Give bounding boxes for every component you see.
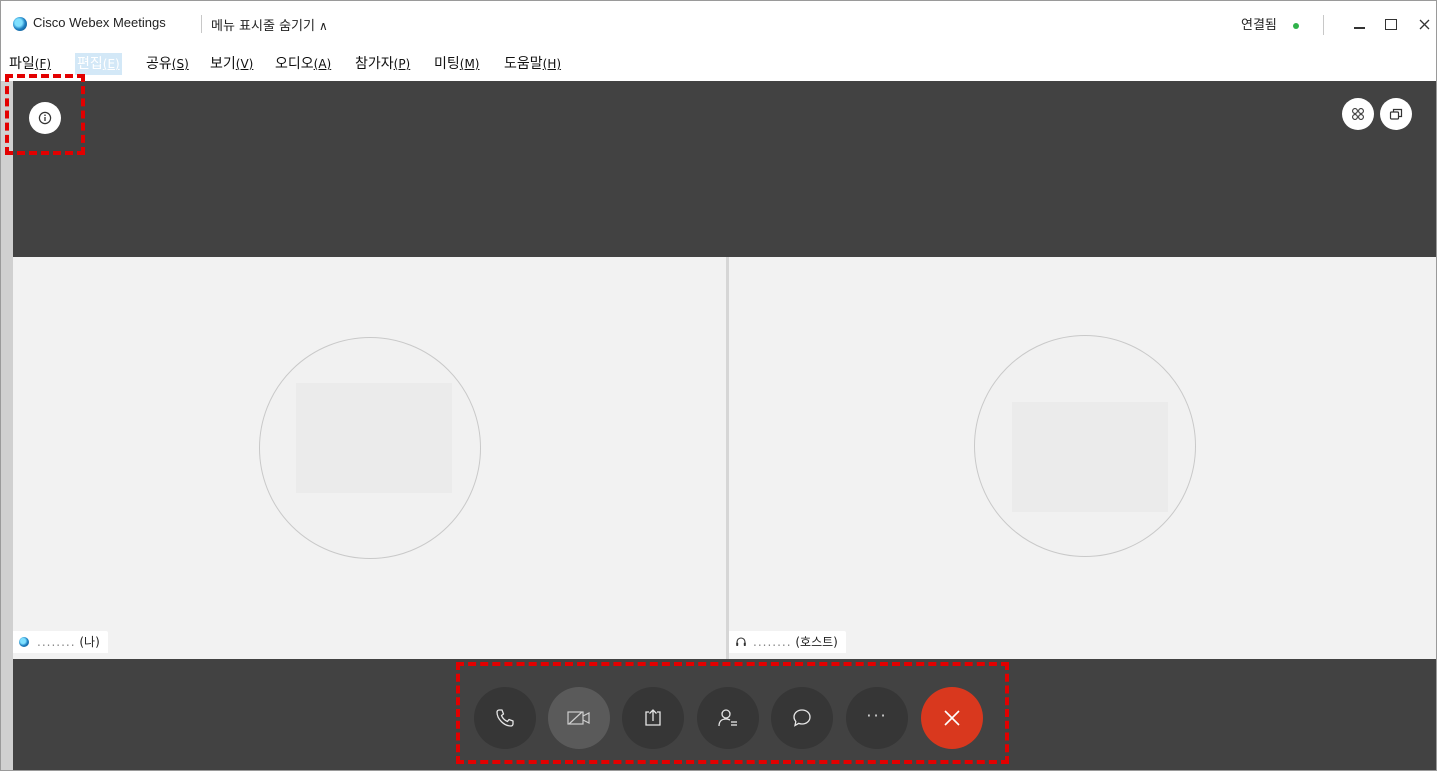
menu-meeting-accel: (M) [459,57,480,71]
menu-view-accel: (V) [235,57,254,71]
more-icon: ··· [866,705,888,725]
video-off-icon [567,711,590,725]
menu-file-accel: (F) [34,57,52,71]
menu-audio[interactable]: 오디오(A) [275,53,331,75]
menu-help-label: 도움말 [504,56,543,72]
left-edge-strip [1,81,13,770]
connection-status-dot [1293,23,1299,29]
info-icon [38,111,52,125]
menu-participants[interactable]: 참가자(P) [355,53,410,75]
layout-grid-button[interactable] [1342,98,1374,130]
participant-tile-host[interactable]: ........ (호스트) [729,257,1436,659]
chevron-up-icon: ∧ [318,19,328,33]
minimize-icon [1353,27,1365,29]
avatar-image [296,383,452,493]
webex-logo-icon [13,17,27,31]
menu-file[interactable]: 파일(F) [9,53,51,75]
share-button[interactable] [622,687,684,749]
participant-tile-self[interactable]: ........ (나) [13,257,726,659]
menu-meeting[interactable]: 미팅(M) [434,53,479,75]
more-button[interactable]: ··· [846,687,908,749]
phone-icon [496,709,514,727]
participant-name-tag: ........ (호스트) [729,631,846,653]
webex-logo-icon [19,637,29,647]
leave-meeting-button[interactable] [921,687,983,749]
maximize-button[interactable] [1377,11,1405,37]
connection-status: 연결됨 [1241,18,1277,33]
audio-button[interactable] [474,687,536,749]
menu-view[interactable]: 보기(V) [210,53,253,75]
chat-icon [793,709,811,727]
meeting-info-button[interactable] [29,102,61,134]
close-icon [944,710,960,726]
menu-file-label: 파일 [9,56,35,72]
menu-audio-accel: (A) [313,57,332,71]
title-divider [201,15,202,33]
menu-edit-accel: (E) [102,57,120,71]
participants-button[interactable] [697,687,759,749]
stage-top-area [13,81,1436,257]
popout-window-button[interactable] [1380,98,1412,130]
menu-share-label: 공유 [146,56,172,72]
participant-role: (나) [79,635,100,649]
menu-share-accel: (S) [171,57,189,71]
minimize-button[interactable] [1345,11,1373,37]
share-icon [645,709,661,726]
menu-edit[interactable]: 편집(E) [75,53,122,75]
participants-icon [718,709,737,727]
menu-share[interactable]: 공유(S) [146,53,189,75]
menu-meeting-label: 미팅 [434,56,460,72]
video-button[interactable] [548,687,610,749]
hide-menu-bar-toggle[interactable]: 메뉴 표시줄 숨기기 ∧ [211,15,328,34]
title-bar: Cisco Webex Meetings 메뉴 표시줄 숨기기 ∧ 연결됨 [1,1,1436,47]
menu-bar: 파일(F) 편집(E) 공유(S) 보기(V) 오디오(A) 참가자(P) 미팅… [1,49,1436,79]
app-title: Cisco Webex Meetings [33,15,166,30]
participant-name: ........ [753,635,792,649]
chat-button[interactable] [771,687,833,749]
menu-edit-label: 편집 [77,56,103,72]
menu-participants-label: 참가자 [355,56,394,72]
close-window-button[interactable] [1410,11,1436,37]
menu-help[interactable]: 도움말(H) [504,53,561,75]
headset-icon [736,637,746,646]
webex-meeting-window: Cisco Webex Meetings 메뉴 표시줄 숨기기 ∧ 연결됨 파일(… [0,0,1437,771]
hide-menu-bar-label: 메뉴 표시줄 숨기기 [211,19,315,34]
participant-name-tag: ........ (나) [13,631,108,653]
menu-help-accel: (H) [542,57,562,71]
window-controls-divider [1323,15,1324,35]
menu-audio-label: 오디오 [275,56,314,72]
close-icon [1419,19,1429,29]
participant-name: ........ [37,635,76,649]
menu-view-label: 보기 [210,56,236,72]
participant-role: (호스트) [795,635,838,649]
popout-window-icon [1389,108,1403,120]
maximize-icon [1385,18,1397,30]
avatar-image [1012,402,1168,512]
grid-layout-icon [1352,108,1364,120]
menu-participants-accel: (P) [393,57,411,71]
